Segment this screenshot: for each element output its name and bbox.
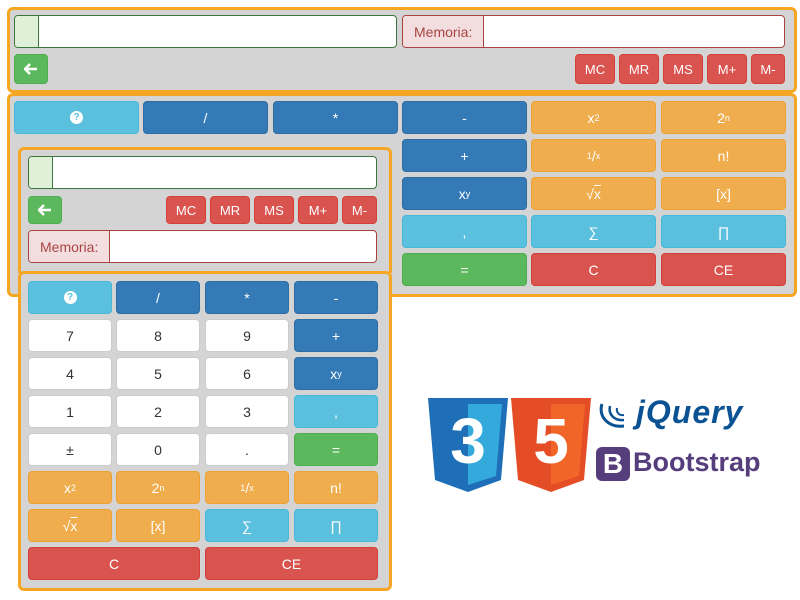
jquery-wordmark: jQuery <box>636 394 744 430</box>
small-minus-button[interactable]: - <box>294 281 378 314</box>
arrow-left-icon <box>38 204 52 216</box>
large-abs-button[interactable]: [x] <box>661 177 786 210</box>
large-reciprocal-button[interactable]: 1/x <box>531 139 656 172</box>
label: 2 <box>717 109 725 126</box>
small-digit-2-button[interactable]: 2 <box>116 395 200 428</box>
small-sqrt-button[interactable]: √ x <box>28 509 112 542</box>
question-icon: ? <box>70 111 83 124</box>
large-plus-button[interactable]: + <box>402 139 527 172</box>
large-display-gutter <box>15 16 39 47</box>
large-sum-button[interactable]: ∑ <box>531 215 656 248</box>
small-digit-9-button[interactable]: 9 <box>205 319 289 352</box>
small-help-button[interactable]: ? <box>28 281 112 314</box>
small-reciprocal-button[interactable]: 1/x <box>205 471 289 504</box>
large-sqrt-button[interactable]: √ x <box>531 177 656 210</box>
small-mr-button[interactable]: MR <box>210 196 250 224</box>
small-digit-1-button[interactable]: 1 <box>28 395 112 428</box>
large-mc-button[interactable]: MC <box>575 54 615 84</box>
small-ms-button[interactable]: MS <box>254 196 294 224</box>
small-digit-5-button[interactable]: 5 <box>116 357 200 390</box>
large-mminus-button[interactable]: M- <box>751 54 785 84</box>
jquery-logo: jQuery <box>596 394 776 434</box>
small-memory-input[interactable] <box>115 231 376 262</box>
large-help-button[interactable]: ? <box>14 101 139 134</box>
large-comma-button[interactable]: , <box>402 215 527 248</box>
html5-digit: 5 <box>533 405 569 477</box>
small-digit-3-button[interactable]: 3 <box>205 395 289 428</box>
label: x <box>330 365 338 382</box>
bootstrap-logo: B Bootstrap <box>596 447 776 483</box>
large-backspace-button[interactable] <box>14 54 48 84</box>
label: √ <box>62 517 71 534</box>
small-clear-entry-button[interactable]: CE <box>205 547 378 580</box>
html5-logo: 5 <box>511 398 591 492</box>
large-display-field[interactable] <box>14 15 397 48</box>
small-factorial-button[interactable]: n! <box>294 471 378 504</box>
large-mplus-button[interactable]: M+ <box>707 54 747 84</box>
large-clear-button[interactable]: C <box>531 253 656 286</box>
large-power-button[interactable]: xy <box>402 177 527 210</box>
small-divide-button[interactable]: / <box>116 281 200 314</box>
css3-logo: 3 <box>428 398 508 492</box>
small-backspace-button[interactable] <box>28 196 62 224</box>
small-clear-button[interactable]: C <box>28 547 200 580</box>
small-mminus-button[interactable]: M- <box>342 196 377 224</box>
small-mplus-button[interactable]: M+ <box>298 196 338 224</box>
label: x <box>458 185 466 202</box>
small-x-squared-button[interactable]: x2 <box>28 471 112 504</box>
small-mc-button[interactable]: MC <box>166 196 206 224</box>
large-memory-label: Memoria: <box>403 16 485 47</box>
large-factorial-button[interactable]: n! <box>661 139 786 172</box>
small-multiply-button[interactable]: * <box>205 281 289 314</box>
small-product-button[interactable]: ∏ <box>294 509 378 542</box>
large-ms-button[interactable]: MS <box>663 54 703 84</box>
large-divide-button[interactable]: / <box>143 101 268 134</box>
small-equals-button[interactable]: = <box>294 433 378 466</box>
large-two-pow-n-button[interactable]: 2n <box>661 101 786 134</box>
arg: x <box>593 185 601 202</box>
small-abs-button[interactable]: [x] <box>116 509 200 542</box>
large-display-input[interactable] <box>40 16 396 47</box>
large-multiply-button[interactable]: * <box>273 101 398 134</box>
small-display-field[interactable] <box>28 156 377 189</box>
large-minus-button[interactable]: - <box>402 101 527 134</box>
large-x-squared-button[interactable]: x2 <box>531 101 656 134</box>
question-icon: ? <box>63 291 77 304</box>
label: √ <box>586 185 594 202</box>
large-equals-button[interactable]: = <box>402 253 527 286</box>
bootstrap-letter-badge: B <box>596 447 630 481</box>
small-memory-field[interactable]: Memoria: <box>28 230 377 263</box>
small-plus-button[interactable]: + <box>294 319 378 352</box>
arrow-left-icon <box>24 63 38 75</box>
label: 2 <box>151 479 160 496</box>
small-comma-button[interactable]: , <box>294 395 378 428</box>
small-two-pow-n-button[interactable]: 2n <box>116 471 200 504</box>
small-decimal-button[interactable]: . <box>205 433 289 466</box>
large-memory-input[interactable] <box>489 16 784 47</box>
small-memory-label: Memoria: <box>29 231 111 262</box>
small-digit-8-button[interactable]: 8 <box>116 319 200 352</box>
small-power-button[interactable]: xy <box>294 357 378 390</box>
small-digit-0-button[interactable]: 0 <box>116 433 200 466</box>
small-digit-4-button[interactable]: 4 <box>28 357 112 390</box>
large-mr-button[interactable]: MR <box>619 54 659 84</box>
arg: x <box>70 517 78 534</box>
small-digit-7-button[interactable]: 7 <box>28 319 112 352</box>
css3-digit: 3 <box>450 405 486 477</box>
small-display-input[interactable] <box>54 157 376 188</box>
small-plus-minus-button[interactable]: ± <box>28 433 112 466</box>
small-digit-6-button[interactable]: 6 <box>205 357 289 390</box>
large-clear-entry-button[interactable]: CE <box>661 253 786 286</box>
large-product-button[interactable]: ∏ <box>661 215 786 248</box>
bootstrap-wordmark: Bootstrap <box>633 447 761 477</box>
large-memory-field[interactable]: Memoria: <box>402 15 785 48</box>
label: x <box>63 479 71 496</box>
small-display-gutter <box>29 157 53 188</box>
label: x <box>587 109 595 126</box>
small-sum-button[interactable]: ∑ <box>205 509 289 542</box>
